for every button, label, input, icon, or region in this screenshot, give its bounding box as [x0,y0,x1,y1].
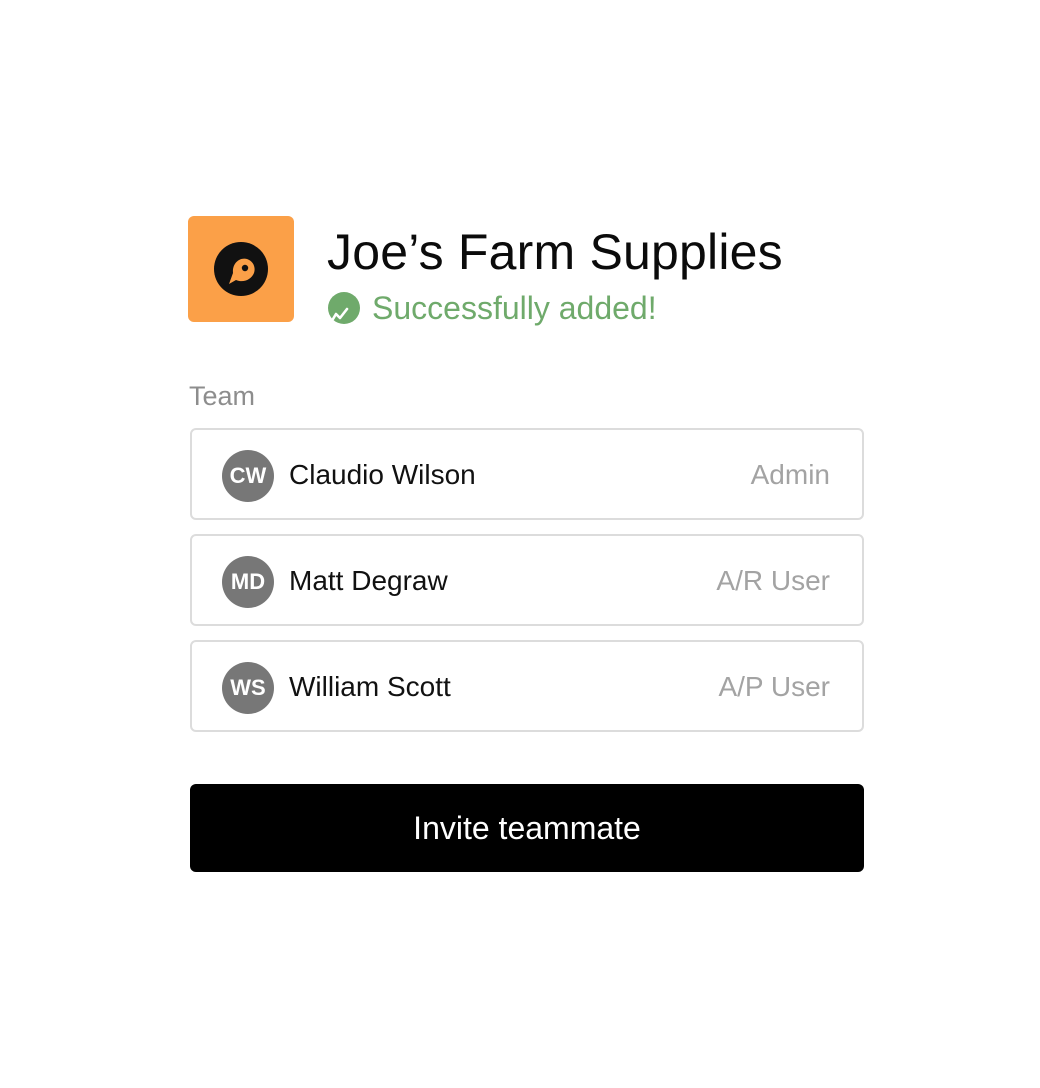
team-member-row[interactable]: CW Claudio Wilson Admin [190,428,864,520]
status-message: Successfully added! [327,290,657,326]
member-role: Admin [750,459,830,490]
company-logo [188,216,294,322]
success-check-icon [327,291,361,325]
bird-logo-icon [214,242,268,296]
team-section-label: Team [189,381,256,411]
avatar: CW [222,450,274,502]
member-name: Matt Degraw [289,565,448,596]
invite-teammate-button[interactable]: Invite teammate [190,784,864,872]
member-name: William Scott [289,671,451,702]
team-member-row[interactable]: MD Matt Degraw A/R User [190,534,864,626]
company-name: Joe’s Farm Supplies [327,224,783,280]
company-header: Joe’s Farm Supplies Successfully added! [188,216,888,326]
avatar: MD [222,556,274,608]
member-name: Claudio Wilson [289,459,476,490]
member-role: A/R User [716,565,830,596]
team-member-row[interactable]: WS William Scott A/P User [190,640,864,732]
status-text: Successfully added! [372,290,657,326]
member-role: A/P User [718,671,830,702]
avatar: WS [222,662,274,714]
